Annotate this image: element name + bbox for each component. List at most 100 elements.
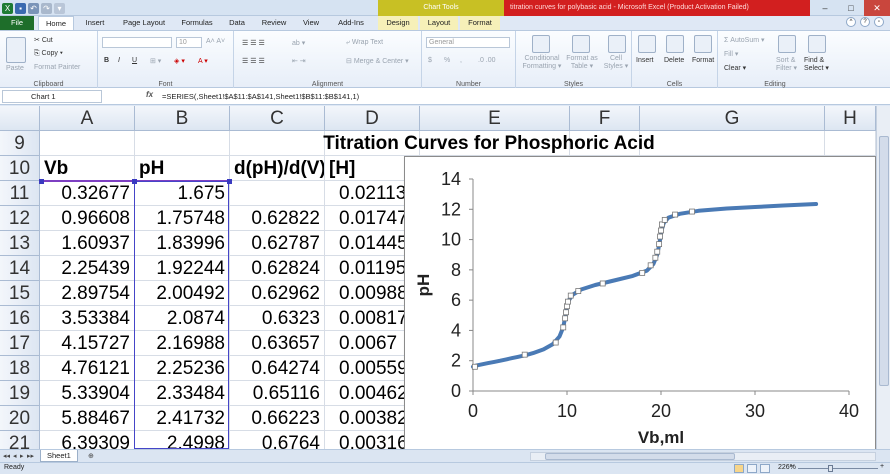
- row-header-13[interactable]: 13: [0, 231, 40, 256]
- select-all-corner[interactable]: [0, 106, 40, 131]
- row-header-16[interactable]: 16: [0, 306, 40, 331]
- column-header-b[interactable]: B: [135, 106, 230, 131]
- tab-page-layout[interactable]: Page Layout: [116, 16, 172, 30]
- cell-b10[interactable]: pH: [135, 156, 230, 181]
- vertical-scroll-thumb[interactable]: [879, 136, 889, 386]
- paste-icon[interactable]: [6, 37, 26, 63]
- insert-button[interactable]: Insert: [636, 57, 654, 64]
- tab-data[interactable]: Data: [222, 16, 252, 30]
- column-header-g[interactable]: G: [640, 106, 825, 131]
- cell-a14[interactable]: 2.25439: [40, 256, 135, 281]
- cell-b13[interactable]: 1.83996: [135, 231, 230, 256]
- cell-a12[interactable]: 0.96608: [40, 206, 135, 231]
- range-handle[interactable]: [132, 179, 137, 184]
- cell-b12[interactable]: 1.75748: [135, 206, 230, 231]
- tab-insert[interactable]: Insert: [78, 16, 112, 30]
- orientation-icon[interactable]: ab ▾: [292, 39, 305, 47]
- maximize-button[interactable]: □: [838, 0, 864, 16]
- cell-a9[interactable]: [40, 131, 135, 156]
- cell-a21[interactable]: 6.39309: [40, 431, 135, 449]
- borders-icon[interactable]: ⊞ ▾: [150, 57, 161, 65]
- delete-cells-icon[interactable]: [666, 35, 684, 53]
- name-box[interactable]: Chart 1: [2, 90, 102, 103]
- decimal-icons[interactable]: .0 .00: [478, 57, 496, 64]
- sheet-tab-sheet1[interactable]: Sheet1: [40, 450, 78, 462]
- cell-a13[interactable]: 1.60937: [40, 231, 135, 256]
- row-header-17[interactable]: 17: [0, 331, 40, 356]
- cell-b11[interactable]: 1.675: [135, 181, 230, 206]
- save-icon[interactable]: ▪: [15, 2, 26, 14]
- cell-c14[interactable]: 0.62824: [230, 256, 325, 281]
- cell-b17[interactable]: 2.16988: [135, 331, 230, 356]
- column-header-c[interactable]: C: [230, 106, 325, 131]
- grow-font-icon[interactable]: A˄ A˅: [206, 38, 225, 45]
- vertical-scrollbar[interactable]: [876, 106, 890, 449]
- cell-c15[interactable]: 0.62962: [230, 281, 325, 306]
- cell-b18[interactable]: 2.25236: [135, 356, 230, 381]
- cut-button[interactable]: ✂ Cut: [34, 36, 53, 44]
- font-name-combo[interactable]: [102, 37, 172, 48]
- cell-a15[interactable]: 2.89754: [40, 281, 135, 306]
- row-header-20[interactable]: 20: [0, 406, 40, 431]
- row-header-19[interactable]: 19: [0, 381, 40, 406]
- zoom-out-button[interactable]: −: [790, 463, 794, 470]
- redo-icon[interactable]: ↷: [41, 2, 52, 14]
- sort-filter-button[interactable]: Sort & Filter ▾: [776, 57, 802, 73]
- tab-view[interactable]: View: [296, 16, 326, 30]
- row-header-21[interactable]: 21: [0, 431, 40, 449]
- range-handle[interactable]: [39, 179, 44, 184]
- sort-filter-icon[interactable]: [778, 35, 796, 53]
- customize-icon[interactable]: ▾: [54, 2, 65, 14]
- tab-review[interactable]: Review: [256, 16, 292, 30]
- cell-a16[interactable]: 3.53384: [40, 306, 135, 331]
- cell-c13[interactable]: 0.62787: [230, 231, 325, 256]
- cell-c20[interactable]: 0.66223: [230, 406, 325, 431]
- chart[interactable]: 0 10 20 30 40 0 2 4 6 8 10 12 14 Vb,ml pH: [404, 156, 876, 452]
- percent-button[interactable]: %: [444, 57, 450, 64]
- format-button[interactable]: Format: [692, 57, 714, 64]
- column-header-h[interactable]: H: [825, 106, 876, 131]
- cell-c16[interactable]: 0.6323: [230, 306, 325, 331]
- page-break-view-icon[interactable]: [760, 464, 770, 473]
- column-header-e[interactable]: E: [420, 106, 570, 131]
- paste-button[interactable]: Paste: [6, 65, 24, 72]
- cell-b16[interactable]: 2.0874: [135, 306, 230, 331]
- indent-icon[interactable]: ⇤ ⇥: [292, 57, 306, 65]
- zoom-in-button[interactable]: +: [880, 463, 884, 470]
- cell-c17[interactable]: 0.63657: [230, 331, 325, 356]
- cell-h9[interactable]: [825, 131, 876, 156]
- bold-button[interactable]: B: [104, 57, 109, 64]
- horizontal-scrollbar[interactable]: [530, 452, 876, 461]
- tab-design[interactable]: Design: [378, 16, 418, 30]
- last-sheet-button[interactable]: ▸▸: [27, 452, 34, 460]
- minimize-ribbon-icon[interactable]: ^: [846, 17, 856, 27]
- tab-file[interactable]: File: [0, 16, 34, 30]
- comma-button[interactable]: ,: [460, 57, 462, 64]
- copy-button[interactable]: ⎘ Copy ▾: [34, 50, 63, 58]
- sheet-title[interactable]: Titration Curves for Phosphoric Acid: [229, 131, 749, 156]
- zoom-slider-knob[interactable]: [828, 465, 833, 472]
- format-as-table-button[interactable]: Format as Table ▾: [566, 55, 598, 71]
- delete-button[interactable]: Delete: [664, 57, 684, 64]
- row-header-18[interactable]: 18: [0, 356, 40, 381]
- format-as-table-icon[interactable]: [572, 35, 590, 53]
- row-header-9[interactable]: 9: [0, 131, 40, 156]
- cell-b19[interactable]: 2.33484: [135, 381, 230, 406]
- merge-center-button[interactable]: ⊟ Merge & Center ▾: [346, 57, 409, 65]
- font-size-combo[interactable]: 10: [176, 37, 202, 48]
- align-left-icon[interactable]: ☰ ☰ ☰: [242, 57, 265, 65]
- column-header-d[interactable]: D: [325, 106, 420, 131]
- insert-sheet-icon[interactable]: ⊕: [88, 452, 94, 460]
- tab-home[interactable]: Home: [38, 16, 74, 30]
- cell-c10[interactable]: d(pH)/d(V): [230, 156, 325, 181]
- help-icon[interactable]: ?: [860, 17, 870, 27]
- column-header-a[interactable]: A: [40, 106, 135, 131]
- cell-c21[interactable]: 0.6764: [230, 431, 325, 449]
- underline-button[interactable]: U: [132, 57, 137, 64]
- conditional-formatting-button[interactable]: Conditional Formatting ▾: [520, 55, 564, 71]
- cell-b9[interactable]: [135, 131, 230, 156]
- row-header-14[interactable]: 14: [0, 256, 40, 281]
- normal-view-icon[interactable]: [734, 464, 744, 473]
- cell-a19[interactable]: 5.33904: [40, 381, 135, 406]
- format-cells-icon[interactable]: [694, 35, 712, 53]
